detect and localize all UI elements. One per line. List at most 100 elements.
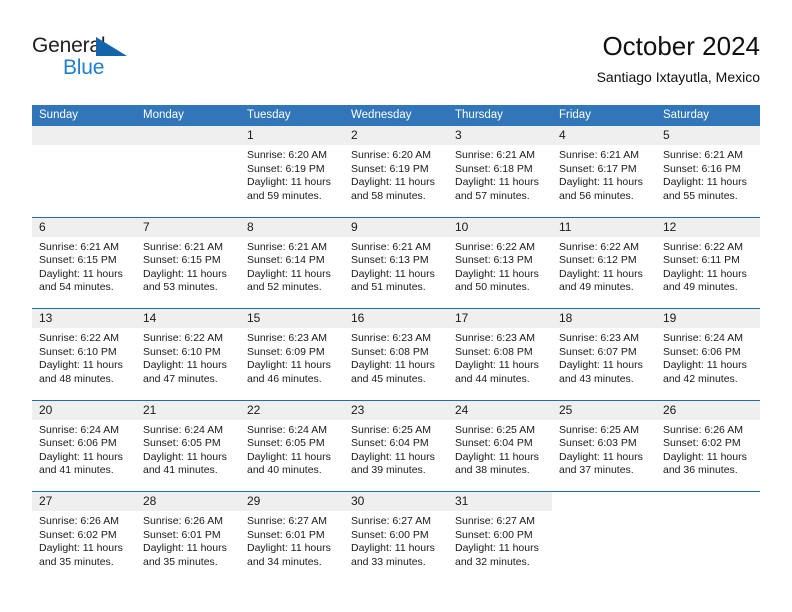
day-cell[interactable] <box>552 492 656 583</box>
day-details: Sunrise: 6:22 AM Sunset: 6:10 PM Dayligh… <box>32 328 136 386</box>
sunset-text: Sunset: 6:04 PM <box>455 437 533 450</box>
day-details: Sunrise: 6:22 AM Sunset: 6:10 PM Dayligh… <box>136 328 240 386</box>
day-number: 2 <box>351 128 358 142</box>
day-cell[interactable]: 21 Sunrise: 6:24 AM Sunset: 6:05 PM Dayl… <box>136 400 240 492</box>
day-cell[interactable]: 28 Sunrise: 6:26 AM Sunset: 6:01 PM Dayl… <box>136 492 240 583</box>
day-cell[interactable]: 5 Sunrise: 6:21 AM Sunset: 6:16 PM Dayli… <box>656 126 760 217</box>
day-cell[interactable]: 17 Sunrise: 6:23 AM Sunset: 6:08 PM Dayl… <box>448 309 552 400</box>
day-details: Sunrise: 6:20 AM Sunset: 6:19 PM Dayligh… <box>344 145 448 203</box>
sunrise-text: Sunrise: 6:22 AM <box>39 332 119 344</box>
day-details: Sunrise: 6:21 AM Sunset: 6:15 PM Dayligh… <box>136 237 240 295</box>
day-details: Sunrise: 6:23 AM Sunset: 6:08 PM Dayligh… <box>344 328 448 386</box>
day-number-strip: 7 <box>136 217 240 237</box>
daylight-text-line1: Daylight: 11 hours <box>351 267 435 280</box>
day-number-strip: 21 <box>136 400 240 420</box>
day-number: 20 <box>39 402 53 417</box>
day-details: Sunrise: 6:24 AM Sunset: 6:05 PM Dayligh… <box>240 420 344 478</box>
daylight-text-line2: and 52 minutes. <box>247 281 322 294</box>
day-cell[interactable]: 9 Sunrise: 6:21 AM Sunset: 6:13 PM Dayli… <box>344 217 448 309</box>
daylight-text-line1: Daylight: 11 hours <box>247 267 331 280</box>
day-cell[interactable] <box>656 492 760 583</box>
day-details: Sunrise: 6:27 AM Sunset: 6:00 PM Dayligh… <box>344 511 448 569</box>
daylight-text-line1: Daylight: 11 hours <box>39 450 123 463</box>
sunrise-text: Sunrise: 6:20 AM <box>247 149 327 161</box>
day-cell[interactable]: 15 Sunrise: 6:23 AM Sunset: 6:09 PM Dayl… <box>240 309 344 400</box>
sunset-text: Sunset: 6:08 PM <box>351 345 429 358</box>
day-number-strip: 1 <box>240 126 344 145</box>
day-number-strip: 27 <box>32 492 136 511</box>
daylight-text-line1: Daylight: 11 hours <box>247 176 331 189</box>
day-number: 11 <box>559 219 572 234</box>
daylight-text-line1: Daylight: 11 hours <box>455 267 539 280</box>
day-cell[interactable]: 16 Sunrise: 6:23 AM Sunset: 6:08 PM Dayl… <box>344 309 448 400</box>
sunrise-text: Sunrise: 6:27 AM <box>247 515 327 527</box>
day-details: Sunrise: 6:24 AM Sunset: 6:06 PM Dayligh… <box>32 420 136 478</box>
day-number-strip <box>552 492 656 511</box>
day-cell[interactable]: 2 Sunrise: 6:20 AM Sunset: 6:19 PM Dayli… <box>344 126 448 217</box>
day-cell[interactable] <box>136 126 240 217</box>
day-number-strip: 20 <box>32 400 136 420</box>
sunset-text: Sunset: 6:13 PM <box>455 254 533 267</box>
day-cell[interactable]: 30 Sunrise: 6:27 AM Sunset: 6:00 PM Dayl… <box>344 492 448 583</box>
day-details: Sunrise: 6:24 AM Sunset: 6:05 PM Dayligh… <box>136 420 240 478</box>
daylight-text-line1: Daylight: 11 hours <box>351 176 435 189</box>
day-cell[interactable]: 25 Sunrise: 6:25 AM Sunset: 6:03 PM Dayl… <box>552 400 656 492</box>
day-cell[interactable]: 12 Sunrise: 6:22 AM Sunset: 6:11 PM Dayl… <box>656 217 760 309</box>
day-cell[interactable]: 8 Sunrise: 6:21 AM Sunset: 6:14 PM Dayli… <box>240 217 344 309</box>
day-cell[interactable]: 19 Sunrise: 6:24 AM Sunset: 6:06 PM Dayl… <box>656 309 760 400</box>
day-number: 30 <box>351 494 365 508</box>
week-row: 1 Sunrise: 6:20 AM Sunset: 6:19 PM Dayli… <box>32 126 760 217</box>
daylight-text-line1: Daylight: 11 hours <box>663 176 747 189</box>
day-cell[interactable]: 1 Sunrise: 6:20 AM Sunset: 6:19 PM Dayli… <box>240 126 344 217</box>
week-row: 13 Sunrise: 6:22 AM Sunset: 6:10 PM Dayl… <box>32 308 760 400</box>
day-number: 4 <box>559 128 566 142</box>
day-details: Sunrise: 6:21 AM Sunset: 6:14 PM Dayligh… <box>240 237 344 295</box>
day-cell[interactable]: 14 Sunrise: 6:22 AM Sunset: 6:10 PM Dayl… <box>136 309 240 400</box>
daylight-text-line1: Daylight: 11 hours <box>143 450 227 463</box>
day-cell[interactable]: 10 Sunrise: 6:22 AM Sunset: 6:13 PM Dayl… <box>448 217 552 309</box>
sunrise-text: Sunrise: 6:27 AM <box>351 515 431 527</box>
sunset-text: Sunset: 6:15 PM <box>39 254 117 267</box>
daylight-text-line1: Daylight: 11 hours <box>663 359 747 372</box>
day-cell[interactable]: 13 Sunrise: 6:22 AM Sunset: 6:10 PM Dayl… <box>32 309 136 400</box>
day-number-strip: 2 <box>344 126 448 145</box>
sunrise-text: Sunrise: 6:21 AM <box>351 240 431 253</box>
daylight-text-line1: Daylight: 11 hours <box>663 267 747 280</box>
day-cell[interactable]: 20 Sunrise: 6:24 AM Sunset: 6:06 PM Dayl… <box>32 400 136 492</box>
daylight-text-line2: and 51 minutes. <box>351 281 426 294</box>
day-number: 27 <box>39 494 53 508</box>
day-number-strip: 12 <box>656 217 760 237</box>
day-number-strip: 25 <box>552 400 656 420</box>
sunset-text: Sunset: 6:17 PM <box>559 162 637 175</box>
day-cell[interactable]: 7 Sunrise: 6:21 AM Sunset: 6:15 PM Dayli… <box>136 217 240 309</box>
day-cell[interactable]: 3 Sunrise: 6:21 AM Sunset: 6:18 PM Dayli… <box>448 126 552 217</box>
daylight-text-line2: and 50 minutes. <box>455 281 530 294</box>
day-cell[interactable]: 31 Sunrise: 6:27 AM Sunset: 6:00 PM Dayl… <box>448 492 552 583</box>
day-cell[interactable]: 24 Sunrise: 6:25 AM Sunset: 6:04 PM Dayl… <box>448 400 552 492</box>
day-cell[interactable]: 23 Sunrise: 6:25 AM Sunset: 6:04 PM Dayl… <box>344 400 448 492</box>
sunrise-text: Sunrise: 6:21 AM <box>559 149 639 161</box>
daylight-text-line1: Daylight: 11 hours <box>143 267 227 280</box>
daylight-text-line1: Daylight: 11 hours <box>559 450 643 463</box>
day-cell[interactable]: 18 Sunrise: 6:23 AM Sunset: 6:07 PM Dayl… <box>552 309 656 400</box>
sunset-text: Sunset: 6:03 PM <box>559 437 637 450</box>
day-cell[interactable]: 11 Sunrise: 6:22 AM Sunset: 6:12 PM Dayl… <box>552 217 656 309</box>
sunrise-text: Sunrise: 6:25 AM <box>351 423 431 436</box>
day-cell[interactable] <box>32 126 136 217</box>
day-cell[interactable]: 22 Sunrise: 6:24 AM Sunset: 6:05 PM Dayl… <box>240 400 344 492</box>
day-cell[interactable]: 29 Sunrise: 6:27 AM Sunset: 6:01 PM Dayl… <box>240 492 344 583</box>
sunrise-text: Sunrise: 6:22 AM <box>143 332 223 344</box>
logo-text-blue: Blue <box>63 56 105 79</box>
day-number-strip: 3 <box>448 126 552 145</box>
day-cell[interactable]: 27 Sunrise: 6:26 AM Sunset: 6:02 PM Dayl… <box>32 492 136 583</box>
sunset-text: Sunset: 6:04 PM <box>351 437 429 450</box>
weekday-header-sunday: Sunday <box>39 109 79 121</box>
day-cell[interactable]: 4 Sunrise: 6:21 AM Sunset: 6:17 PM Dayli… <box>552 126 656 217</box>
calendar-page: General Blue October 2024 Santiago Ixtay… <box>0 0 792 612</box>
day-cell[interactable]: 26 Sunrise: 6:26 AM Sunset: 6:02 PM Dayl… <box>656 400 760 492</box>
day-cell[interactable]: 6 Sunrise: 6:21 AM Sunset: 6:15 PM Dayli… <box>32 217 136 309</box>
week-row: 27 Sunrise: 6:26 AM Sunset: 6:02 PM Dayl… <box>32 491 760 583</box>
day-number-strip: 14 <box>136 309 240 328</box>
sunset-text: Sunset: 6:02 PM <box>39 528 117 541</box>
general-blue-logo[interactable]: General Blue <box>32 34 232 86</box>
